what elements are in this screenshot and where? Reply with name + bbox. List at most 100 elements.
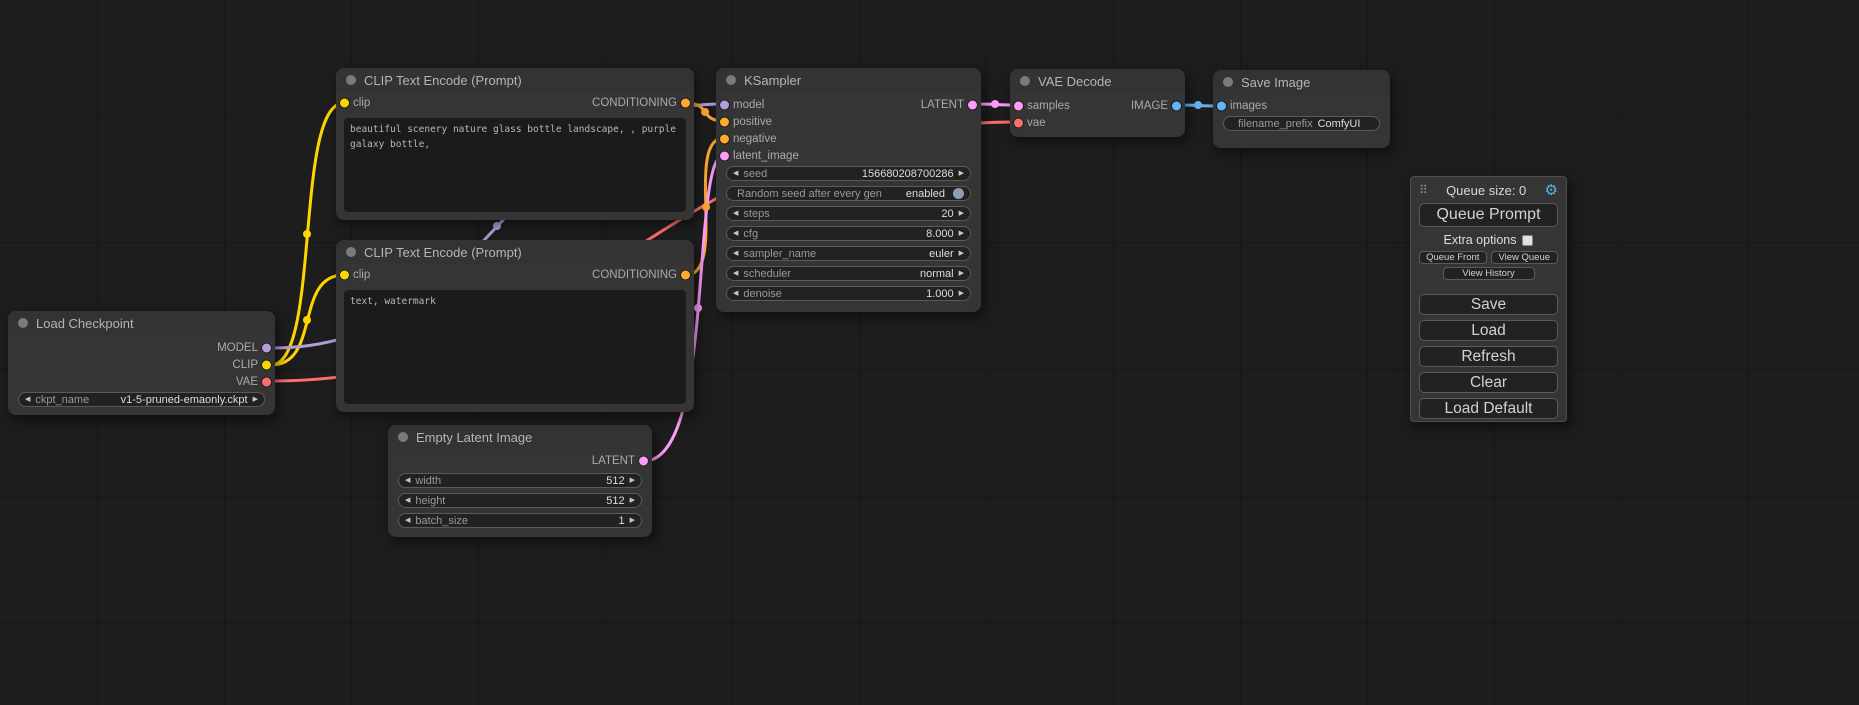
model-input-dot[interactable] [720,100,729,109]
increment-icon[interactable]: ▶ [959,210,964,217]
decrement-icon[interactable]: ◀ [405,517,410,524]
vae-input-dot[interactable] [1014,118,1023,127]
input-slot-negative[interactable]: negative [716,130,981,147]
refresh-button[interactable]: Refresh [1419,346,1558,367]
input-slot-latent-image[interactable]: latent_image [716,147,981,164]
node-status-dot[interactable] [18,318,28,328]
seed-widget[interactable]: ◀ seed 156680208700286 ▶ [726,166,971,181]
view-queue-button[interactable]: View Queue [1491,251,1559,264]
cfg-widget[interactable]: ◀ cfg 8.000 ▶ [726,226,971,241]
node-status-dot[interactable] [1020,76,1030,86]
toggle-knob-icon[interactable] [953,188,964,199]
clip-output-dot[interactable] [262,360,271,369]
positive-prompt-textarea[interactable]: beautiful scenery nature glass bottle la… [344,118,686,212]
settings-gear-icon[interactable]: ⚙ [1545,183,1558,198]
model-output-dot[interactable] [262,343,271,352]
decrement-icon[interactable]: ◀ [733,170,738,177]
drag-handle-icon[interactable]: ⠿ [1419,183,1428,197]
latent-image-input-dot[interactable] [720,151,729,160]
ckpt-name-widget[interactable]: ◀ ckpt_name v1-5-pruned-emaonly.ckpt ▶ [18,392,265,407]
increment-icon[interactable]: ▶ [630,497,635,504]
queue-prompt-button[interactable]: Queue Prompt [1419,203,1558,227]
scheduler-widget[interactable]: ◀ scheduler normal ▶ [726,266,971,281]
queue-panel[interactable]: ⠿ Queue size: 0 ⚙ Queue Prompt Extra opt… [1410,176,1567,422]
increment-icon[interactable]: ▶ [959,250,964,257]
clear-button[interactable]: Clear [1419,372,1558,393]
view-history-button[interactable]: View History [1443,267,1535,280]
node-titlebar[interactable]: VAE Decode [1010,69,1185,93]
node-status-dot[interactable] [346,247,356,257]
input-slot-vae[interactable]: vae [1010,114,1185,131]
conditioning-output-dot[interactable] [681,271,690,280]
samples-input-dot[interactable] [1014,101,1023,110]
images-input-dot[interactable] [1217,101,1226,110]
save-button[interactable]: Save [1419,294,1558,315]
next-value-icon[interactable]: ▶ [253,396,258,403]
node-status-dot[interactable] [346,75,356,85]
steps-widget[interactable]: ◀ steps 20 ▶ [726,206,971,221]
decrement-icon[interactable]: ◀ [405,497,410,504]
sampler-name-widget[interactable]: ◀ sampler_name euler ▶ [726,246,971,261]
node-load-checkpoint[interactable]: Load Checkpoint MODEL CLIP VAE ◀ ckpt_na… [8,311,275,415]
node-empty-latent-image[interactable]: Empty Latent Image LATENT ◀ width 512 ▶ … [388,425,652,537]
increment-icon[interactable]: ▶ [959,270,964,277]
increment-icon[interactable]: ▶ [959,170,964,177]
wire-midpoint-dot [694,304,702,312]
node-save-image[interactable]: Save Image images filename_prefix ComfyU… [1213,70,1390,148]
increment-icon[interactable]: ▶ [630,517,635,524]
decrement-icon[interactable]: ◀ [733,230,738,237]
output-slot-clip[interactable]: CLIP [8,356,275,373]
filename-prefix-widget[interactable]: filename_prefix ComfyUI [1223,116,1380,131]
node-ksampler[interactable]: KSampler model LATENT positive negative … [716,68,981,312]
image-output-dot[interactable] [1172,101,1181,110]
increment-icon[interactable]: ▶ [959,230,964,237]
negative-prompt-textarea[interactable]: text, watermark [344,290,686,404]
load-default-button[interactable]: Load Default [1419,398,1558,419]
decrement-icon[interactable]: ◀ [733,290,738,297]
vae-output-dot[interactable] [262,377,271,386]
node-graph-canvas[interactable]: Load Checkpoint MODEL CLIP VAE ◀ ckpt_na… [0,0,1859,705]
output-slot-vae[interactable]: VAE [8,373,275,390]
increment-icon[interactable]: ▶ [959,290,964,297]
denoise-widget[interactable]: ◀ denoise 1.000 ▶ [726,286,971,301]
wire-midpoint-dot [701,108,709,116]
queue-front-button[interactable]: Queue Front [1419,251,1487,264]
output-slot-model[interactable]: MODEL [8,339,275,356]
node-titlebar[interactable]: CLIP Text Encode (Prompt) [336,240,694,264]
decrement-icon[interactable]: ◀ [733,250,738,257]
clip-input-dot[interactable] [340,271,349,280]
random-seed-toggle-widget[interactable]: Random seed after every gen enabled [726,186,971,201]
input-slot-positive[interactable]: positive [716,113,981,130]
node-titlebar[interactable]: Load Checkpoint [8,311,275,335]
increment-icon[interactable]: ▶ [630,477,635,484]
decrement-icon[interactable]: ◀ [733,210,738,217]
input-slot-images[interactable]: images [1213,97,1390,114]
prev-value-icon[interactable]: ◀ [25,396,30,403]
node-status-dot[interactable] [726,75,736,85]
decrement-icon[interactable]: ◀ [733,270,738,277]
positive-input-dot[interactable] [720,117,729,126]
node-titlebar[interactable]: CLIP Text Encode (Prompt) [336,68,694,92]
node-vae-decode[interactable]: VAE Decode samples IMAGE vae [1010,69,1185,137]
output-slot-latent[interactable]: LATENT [388,453,652,469]
extra-options-checkbox[interactable] [1522,235,1533,246]
node-status-dot[interactable] [398,432,408,442]
batch-size-widget[interactable]: ◀ batch_size 1 ▶ [398,513,642,528]
node-clip-text-encode-positive[interactable]: CLIP Text Encode (Prompt) clip CONDITION… [336,68,694,220]
width-widget[interactable]: ◀ width 512 ▶ [398,473,642,488]
height-widget[interactable]: ◀ height 512 ▶ [398,493,642,508]
load-button[interactable]: Load [1419,320,1558,341]
negative-input-dot[interactable] [720,134,729,143]
node-title: CLIP Text Encode (Prompt) [364,73,522,88]
wire-midpoint-dot [1194,101,1202,109]
latent-output-dot[interactable] [639,457,648,466]
node-titlebar[interactable]: Empty Latent Image [388,425,652,449]
conditioning-output-dot[interactable] [681,99,690,108]
node-titlebar[interactable]: KSampler [716,68,981,92]
node-status-dot[interactable] [1223,77,1233,87]
decrement-icon[interactable]: ◀ [405,477,410,484]
clip-input-dot[interactable] [340,99,349,108]
node-clip-text-encode-negative[interactable]: CLIP Text Encode (Prompt) clip CONDITION… [336,240,694,412]
node-titlebar[interactable]: Save Image [1213,70,1390,94]
latent-output-dot[interactable] [968,100,977,109]
